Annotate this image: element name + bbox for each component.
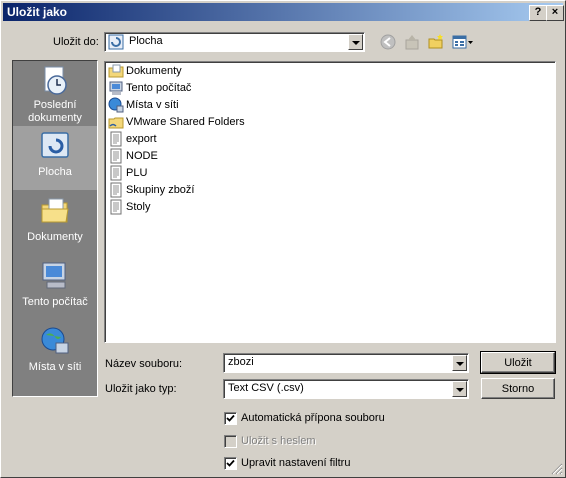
place-label: dokumenty	[28, 112, 82, 124]
my-computer-icon	[42, 262, 66, 289]
documents-folder-icon	[41, 198, 69, 223]
auto-extension-checkbox[interactable]	[224, 412, 237, 425]
save-with-password-checkbox	[224, 435, 237, 448]
chevron-down-icon[interactable]	[348, 34, 363, 50]
list-item[interactable]: VMware Shared Folders	[108, 114, 245, 130]
place-label: Tento počítač	[22, 296, 88, 308]
text-file-icon	[110, 199, 122, 215]
desktop-icon	[41, 132, 69, 158]
file-type-value: Text CSV (.csv)	[228, 382, 304, 394]
file-type-label: Uložit jako typ:	[105, 383, 177, 395]
place-documents[interactable]: Dokumenty	[13, 191, 97, 255]
list-item[interactable]: export	[108, 131, 157, 147]
place-label: Plocha	[38, 166, 72, 178]
auto-extension-label[interactable]: Automatická přípona souboru	[241, 412, 385, 424]
dialog-title: Uložit jako	[7, 5, 68, 19]
file-name: VMware Shared Folders	[126, 116, 245, 128]
save-as-dialog: Uložit jako ? × Uložit do: Plocha Posled…	[0, 0, 566, 478]
network-places-icon	[41, 327, 69, 354]
file-name: Místa v síti	[126, 99, 179, 111]
new-folder-icon[interactable]	[427, 33, 445, 51]
chevron-down-icon[interactable]	[452, 381, 467, 397]
recent-documents-icon	[44, 66, 67, 95]
text-file-icon	[110, 165, 122, 181]
save-in-dropdown[interactable]: Plocha	[104, 32, 365, 52]
place-recent-documents[interactable]: Poslední dokumenty	[13, 61, 97, 125]
file-name-label: Název souboru:	[105, 358, 183, 370]
chevron-down-icon[interactable]	[452, 355, 467, 371]
list-item[interactable]: PLU	[108, 165, 147, 181]
desktop-icon	[108, 34, 124, 50]
list-item[interactable]: Tento počítač	[108, 80, 191, 96]
close-button[interactable]: ×	[546, 5, 564, 21]
place-desktop[interactable]: Plocha	[13, 126, 97, 190]
file-name-value: zbozi	[228, 356, 254, 368]
back-arrow-icon[interactable]	[379, 33, 397, 51]
edit-filter-settings-label[interactable]: Upravit nastavení filtru	[241, 457, 350, 469]
my-computer-icon	[109, 81, 123, 95]
file-name: PLU	[126, 167, 148, 179]
view-menu-icon[interactable]	[451, 33, 475, 51]
edit-filter-settings-checkbox[interactable]	[224, 457, 237, 470]
file-list[interactable]: Dokumenty Tento počítač Místa v síti VMw…	[104, 61, 556, 343]
list-item[interactable]: Stoly	[108, 199, 150, 215]
list-item[interactable]: Místa v síti	[108, 97, 179, 113]
resize-grip-icon[interactable]	[551, 463, 563, 475]
cancel-button[interactable]: Storno	[481, 378, 555, 399]
place-network[interactable]: Místa v síti	[13, 321, 97, 385]
network-places-icon	[108, 97, 124, 113]
file-name: Dokumenty	[126, 65, 182, 77]
list-item[interactable]: Dokumenty	[108, 63, 182, 79]
title-bar[interactable]: Uložit jako ? ×	[3, 3, 564, 21]
file-name: Skupiny zboží	[126, 184, 195, 196]
place-my-computer[interactable]: Tento počítač	[13, 256, 97, 320]
file-name: Tento počítač	[126, 82, 192, 94]
list-item[interactable]: NODE	[108, 148, 158, 164]
place-label: Místa v síti	[28, 361, 82, 373]
file-name: export	[126, 133, 157, 145]
save-with-password-label: Uložit s heslem	[241, 435, 316, 447]
checkmark-icon	[226, 459, 235, 467]
save-in-value: Plocha	[129, 35, 163, 47]
file-name: Stoly	[126, 201, 151, 213]
list-item[interactable]: Skupiny zboží	[108, 182, 194, 198]
up-folder-icon[interactable]	[403, 33, 421, 51]
place-label: Poslední	[33, 99, 77, 111]
file-name: NODE	[126, 150, 158, 162]
place-label: Dokumenty	[27, 231, 83, 243]
save-button[interactable]: Uložit	[480, 351, 556, 374]
file-name-input[interactable]: zbozi	[223, 353, 469, 373]
places-bar: Poslední dokumenty Plocha Dokumenty Tent…	[12, 60, 98, 397]
text-file-icon	[110, 131, 122, 147]
help-button[interactable]: ?	[529, 5, 547, 21]
shared-folder-icon	[108, 117, 124, 129]
text-file-icon	[110, 148, 122, 164]
documents-folder-icon	[108, 64, 124, 78]
text-file-icon	[110, 182, 122, 198]
checkmark-icon	[226, 414, 235, 422]
file-type-dropdown[interactable]: Text CSV (.csv)	[223, 379, 469, 399]
save-in-label: Uložit do:	[53, 36, 99, 48]
